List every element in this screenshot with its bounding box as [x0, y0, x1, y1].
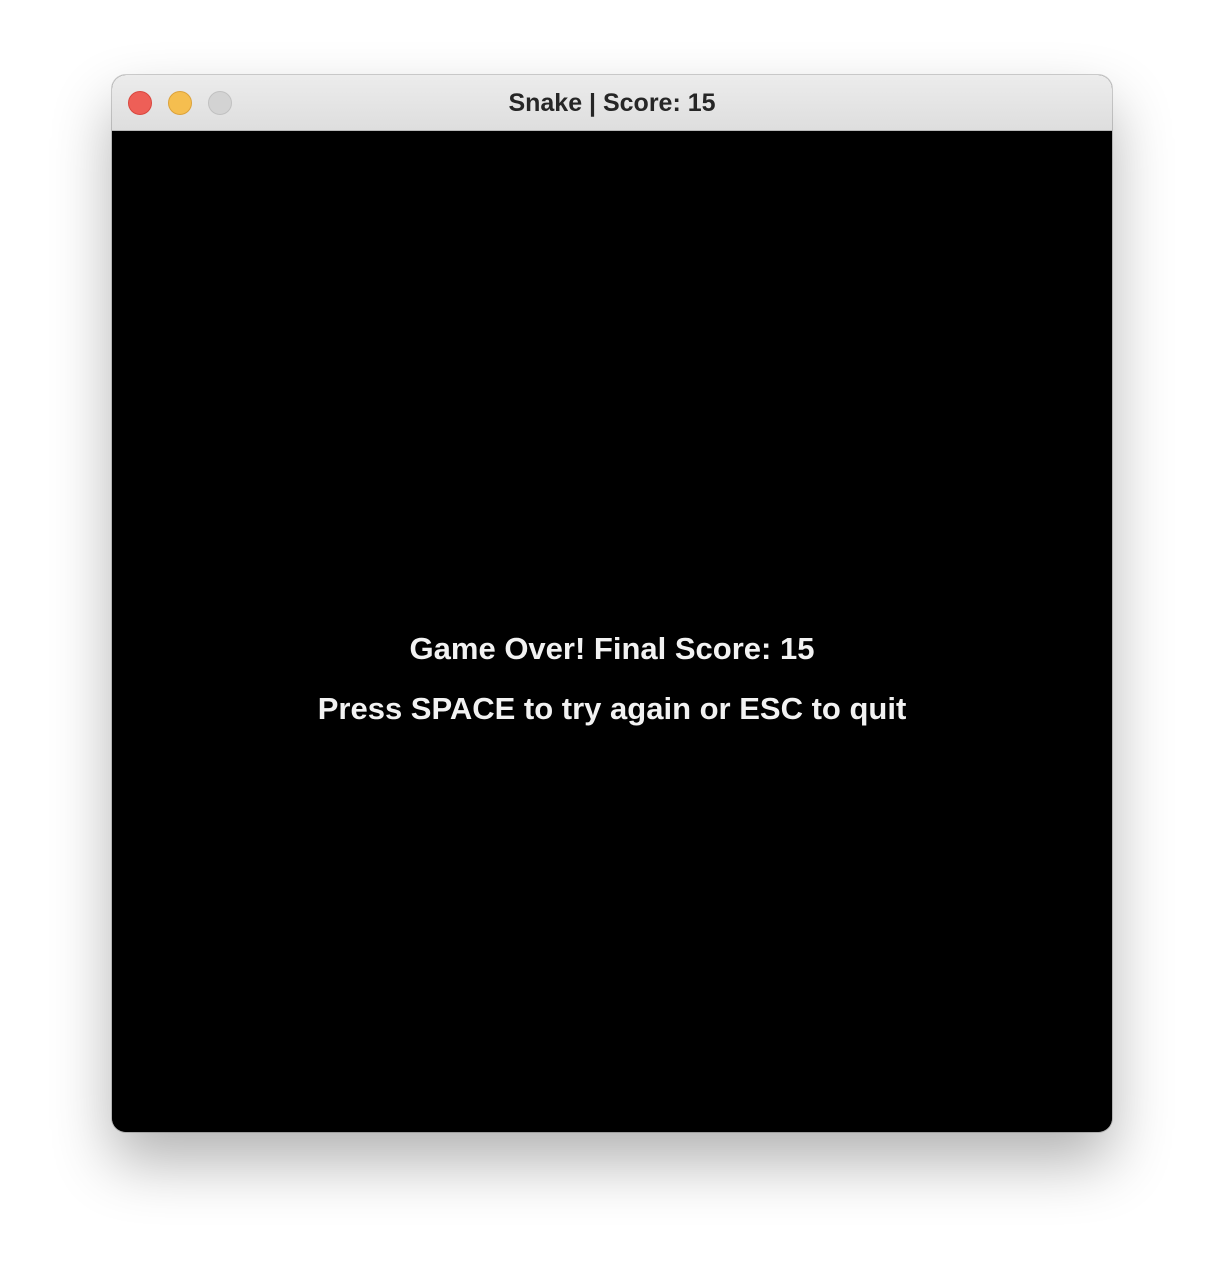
restart-instructions: Press SPACE to try again or ESC to quit [317, 691, 907, 726]
game-window: Snake | Score: 15 Game Over! Final Score… [112, 75, 1112, 1132]
window-title: Snake | Score: 15 [508, 89, 716, 117]
title-bar[interactable]: Snake | Score: 15 [112, 75, 1112, 131]
game-canvas[interactable]: Game Over! Final Score: 15 Press SPACE t… [112, 131, 1112, 1132]
game-over-message: Game Over! Final Score: 15 [409, 631, 815, 666]
